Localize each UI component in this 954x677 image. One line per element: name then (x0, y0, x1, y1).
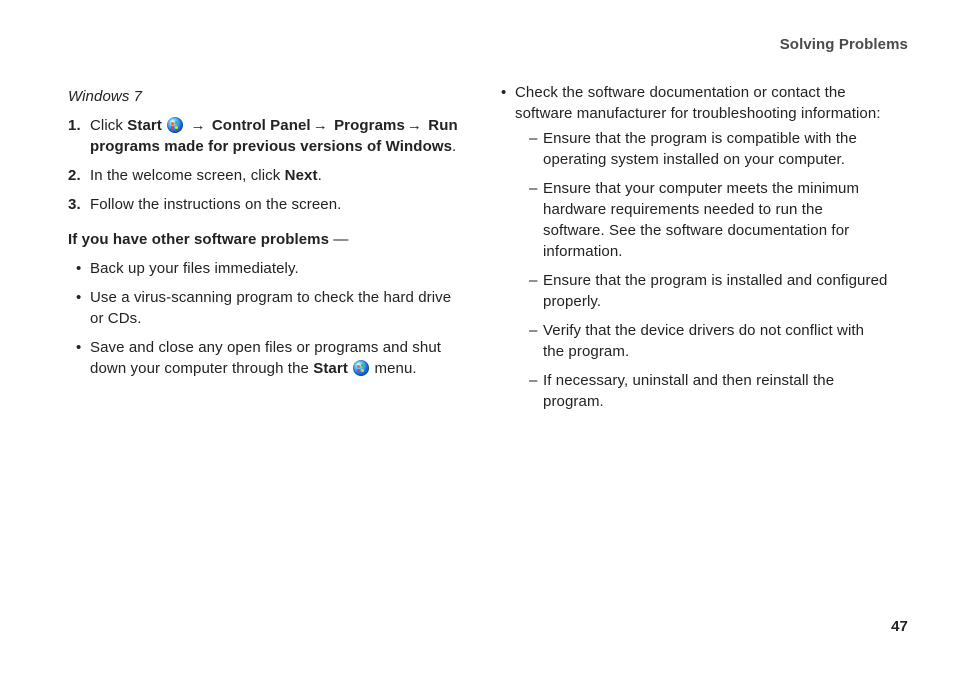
page-header: Solving Problems (780, 34, 908, 55)
bullet-item: Check the software documentation or cont… (493, 78, 888, 420)
arrow-icon: → (311, 117, 334, 134)
left-column: Windows 7 Click Start → Control Panel→ P… (68, 78, 463, 420)
dash: — (329, 231, 348, 248)
os-subhead: Windows 7 (68, 86, 463, 107)
arrow-icon: → (405, 117, 428, 134)
step-3: Follow the instructions on the screen. (68, 190, 463, 219)
space (162, 117, 166, 134)
numbered-steps: Click Start → Control Panel→ Programs→ R… (68, 111, 463, 219)
bullet-item: Back up your files immediately. (68, 254, 463, 283)
step-2: In the welcome screen, click Next. (68, 161, 463, 190)
step-1: Click Start → Control Panel→ Programs→ R… (68, 111, 463, 161)
right-column: Check the software documentation or cont… (493, 78, 888, 420)
bold-start: Start (127, 117, 162, 134)
bullet-item: Save and close any open files or program… (68, 333, 463, 383)
space (348, 360, 352, 377)
dash-list: Ensure that the program is compatible wi… (515, 124, 888, 416)
bold-programs: Programs (334, 117, 405, 134)
period: . (452, 138, 456, 155)
bold-next: Next (285, 167, 318, 184)
windows-start-icon (353, 360, 369, 376)
label-text: If you have other software problems (68, 231, 329, 248)
arrow-icon: → (184, 117, 212, 134)
dash-item: If necessary, uninstall and then reinsta… (515, 366, 888, 416)
text: Click (90, 117, 127, 134)
bullet-item: Use a virus-scanning program to check th… (68, 283, 463, 333)
text: In the welcome screen, click (90, 167, 285, 184)
windows-start-icon (167, 117, 183, 133)
dash-item: Verify that the device drivers do not co… (515, 316, 888, 366)
dash-item: Ensure that the program is compatible wi… (515, 124, 888, 174)
text: menu. (370, 360, 416, 377)
text: Check the software documentation or cont… (515, 84, 881, 122)
dash-item: Ensure that your computer meets the mini… (515, 174, 888, 266)
bold-start: Start (313, 360, 348, 377)
dash-item: Ensure that the program is installed and… (515, 266, 888, 316)
other-problems-label: If you have other software problems — (68, 229, 463, 250)
bullet-list-left: Back up your files immediately. Use a vi… (68, 254, 463, 383)
document-page: Solving Problems Windows 7 Click Start →… (0, 0, 954, 677)
bullet-list-right: Check the software documentation or cont… (493, 78, 888, 420)
content-columns: Windows 7 Click Start → Control Panel→ P… (68, 78, 908, 420)
page-number: 47 (891, 616, 908, 637)
period: . (318, 167, 322, 184)
bold-control-panel: Control Panel (212, 117, 311, 134)
